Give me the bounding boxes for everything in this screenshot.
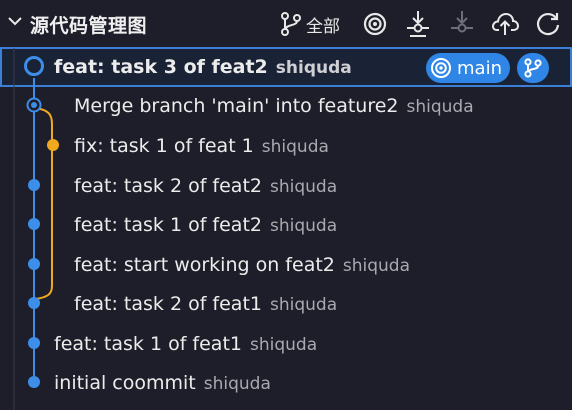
- target-icon: [363, 12, 387, 36]
- commit-message: initial coommit shiquda: [54, 372, 271, 394]
- commit-row[interactable]: feat: task 1 of feat2 shiquda: [0, 205, 572, 245]
- commit-author: shiquda: [270, 216, 338, 236]
- branch-badge-main[interactable]: main: [426, 53, 510, 83]
- refresh-icon: [536, 12, 560, 36]
- commit-author: shiquda: [270, 177, 338, 197]
- commit-message: feat: task 1 of feat1 shiquda: [54, 333, 318, 355]
- commit-author: shiquda: [250, 335, 318, 355]
- commit-author: shiquda: [203, 374, 271, 394]
- commit-author: shiquda: [270, 295, 338, 315]
- commit-row[interactable]: feat: task 2 of feat2 shiquda: [0, 166, 572, 206]
- commit-message: fix: task 1 of feat 1 shiquda: [74, 135, 329, 157]
- commit-row[interactable]: Merge branch 'main' into feature2 shiquda: [0, 86, 572, 126]
- target-icon: [431, 58, 451, 78]
- commit-message: feat: task 2 of feat1 shiquda: [74, 293, 338, 315]
- commit-author: shiquda: [261, 137, 329, 157]
- commit-row[interactable]: feat: task 3 of feat2 shiquda main: [0, 47, 572, 87]
- push-button[interactable]: [491, 10, 519, 38]
- pull-button[interactable]: [449, 10, 475, 38]
- branch-graph-button[interactable]: [517, 53, 549, 83]
- push-icon: [492, 12, 519, 35]
- branch-icon: [524, 58, 542, 78]
- graph-header: 源代码管理图 全部: [0, 0, 572, 48]
- commit-row[interactable]: feat: task 1 of feat1 shiquda: [0, 324, 572, 364]
- pull-icon: [451, 11, 473, 33]
- all-label: 全部: [306, 16, 340, 37]
- fetch-button[interactable]: [405, 10, 431, 38]
- all-branches-button[interactable]: 全部: [278, 10, 340, 38]
- commit-message: Merge branch 'main' into feature2 shiquda: [74, 95, 474, 117]
- chevron-down-icon[interactable]: [6, 12, 24, 30]
- go-to-current-button[interactable]: [362, 10, 388, 38]
- view-title: 源代码管理图: [30, 15, 148, 37]
- commit-message: feat: task 2 of feat2 shiquda: [74, 175, 338, 197]
- commit-author: shiquda: [406, 97, 474, 117]
- commit-author: shiquda: [275, 58, 352, 78]
- commit-message: feat: task 3 of feat2 shiquda: [54, 56, 352, 78]
- commit-row[interactable]: initial coommit shiquda: [0, 363, 572, 403]
- commit-row[interactable]: feat: start working on feat2 shiquda: [0, 245, 572, 285]
- commit-author: shiquda: [342, 256, 411, 276]
- refresh-button[interactable]: [535, 10, 561, 38]
- commit-message: feat: task 1 of feat2 shiquda: [74, 214, 338, 236]
- commit-row[interactable]: fix: task 1 of feat 1 shiquda: [0, 126, 572, 166]
- commit-message: feat: start working on feat2 shiquda: [74, 254, 411, 276]
- branch-name: main: [457, 57, 502, 79]
- commit-row[interactable]: feat: task 2 of feat1 shiquda: [0, 284, 572, 324]
- fetch-icon: [407, 11, 429, 37]
- branch-filter-icon: [281, 12, 301, 36]
